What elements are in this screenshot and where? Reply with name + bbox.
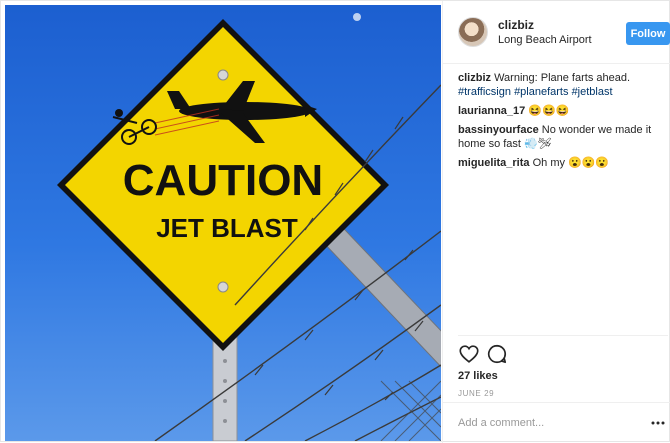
- sign-text-caution: CAUTION: [123, 156, 323, 205]
- like-count[interactable]: 27 likes: [458, 370, 498, 382]
- comment-input[interactable]: [458, 415, 638, 431]
- post-photo[interactable]: CAUTION JET BLAST: [5, 5, 441, 441]
- header-location[interactable]: Long Beach Airport: [498, 34, 592, 46]
- hashtag-link[interactable]: #trafficsign: [458, 86, 511, 98]
- comment-author[interactable]: laurianna_17: [458, 105, 525, 117]
- add-comment-bar: [443, 402, 670, 443]
- comment-list: clizbiz Warning: Plane farts ahead. #tra…: [458, 71, 666, 175]
- comment-author[interactable]: clizbiz: [458, 72, 491, 84]
- comment-icon[interactable]: [486, 343, 508, 365]
- sign-text-jet-blast: JET BLAST: [156, 213, 298, 243]
- comment-author[interactable]: bassinyourface: [458, 124, 539, 136]
- post-header: clizbiz Long Beach Airport Follow: [443, 1, 670, 64]
- caution-sign-illustration: CAUTION JET BLAST: [57, 13, 441, 441]
- more-options-icon[interactable]: [651, 416, 665, 430]
- comment: laurianna_17 😆😆😆: [458, 104, 666, 118]
- post-date: JUNE 29: [458, 389, 495, 398]
- follow-button[interactable]: Follow: [626, 22, 670, 45]
- comment: bassinyourface No wonder we made it home…: [458, 123, 666, 151]
- caption: clizbiz Warning: Plane farts ahead. #tra…: [458, 71, 666, 99]
- hashtag-link[interactable]: #jetblast: [572, 86, 613, 98]
- post-sidebar: clizbiz Long Beach Airport Follow clizbi…: [442, 1, 670, 443]
- header-username[interactable]: clizbiz: [498, 18, 534, 32]
- divider: [458, 335, 668, 336]
- caption-text: Warning: Plane farts ahead.: [494, 72, 631, 84]
- comment: miguelita_rita Oh my 😮😮😮: [458, 156, 666, 170]
- comment-author[interactable]: miguelita_rita: [458, 157, 530, 169]
- comment-text: Oh my 😮😮😮: [532, 157, 610, 169]
- comment-text: 😆😆😆: [528, 105, 570, 117]
- avatar[interactable]: [458, 17, 488, 47]
- heart-icon[interactable]: [458, 343, 480, 365]
- hashtag-link[interactable]: #planefarts: [514, 86, 568, 98]
- instagram-post: CAUTION JET BLAST clizbiz Long Beach Air…: [0, 0, 670, 443]
